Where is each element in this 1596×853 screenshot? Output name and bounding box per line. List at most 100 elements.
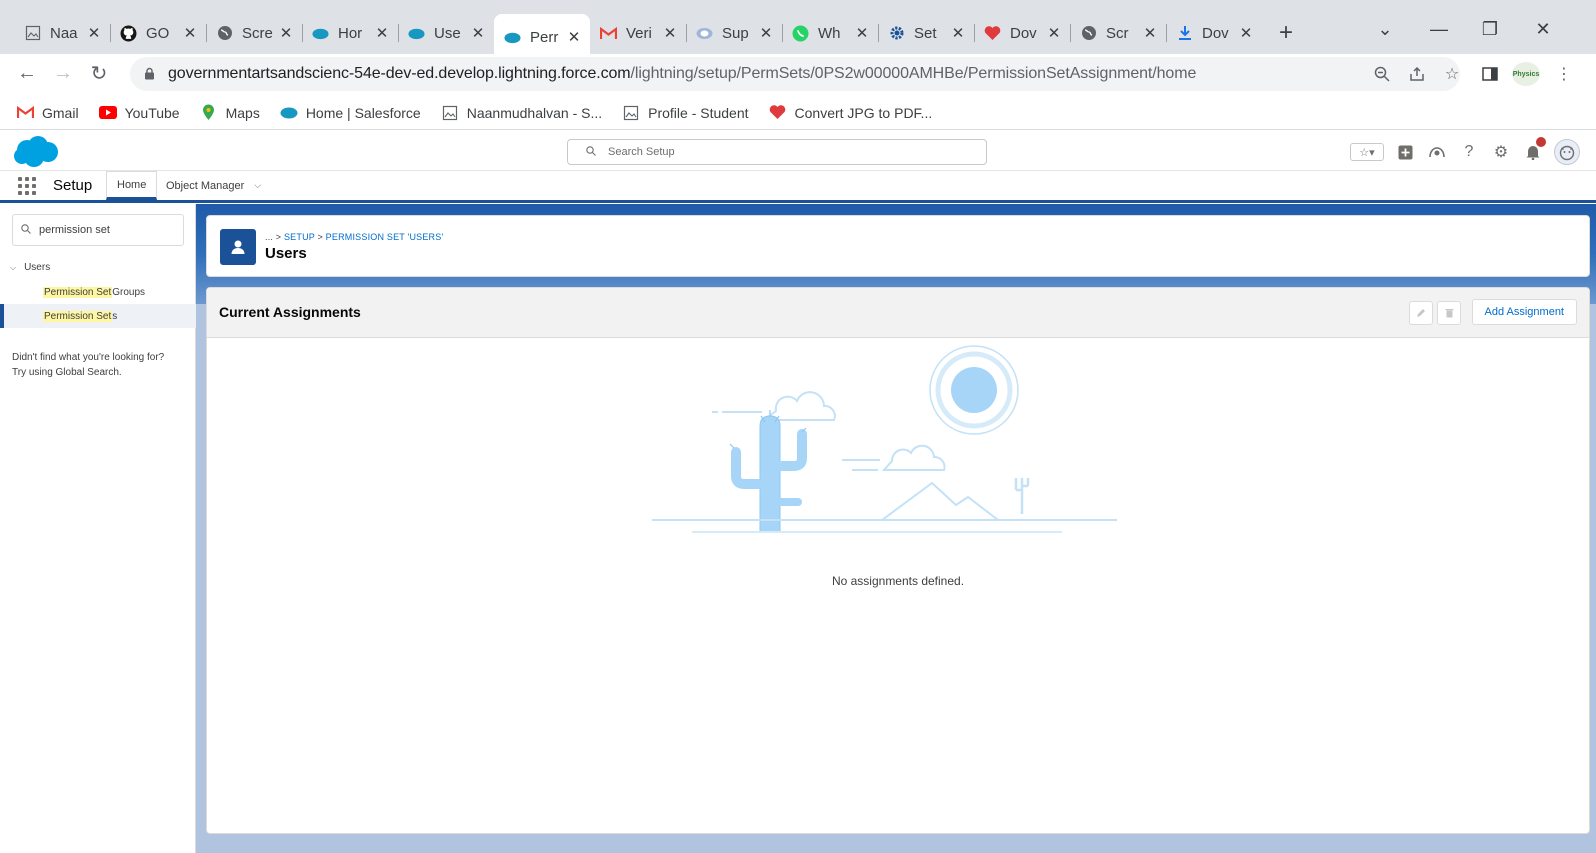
edit-icon[interactable]	[1409, 301, 1433, 325]
sidebar-item-permission-set-groups[interactable]: Permission Set Groups	[0, 280, 196, 304]
favorites-star-icon[interactable]: ☆▾	[1350, 143, 1384, 161]
app-launcher-icon[interactable]	[18, 177, 36, 195]
bookmark-youtube[interactable]: YouTube	[98, 104, 180, 122]
bookmark-label: Maps	[225, 104, 260, 121]
tab-title: Dov	[1202, 24, 1229, 42]
setup-nav-bar: Setup Home Object Manager ⌵	[0, 171, 1596, 203]
bookmark-gmail[interactable]: Gmail	[16, 104, 79, 122]
address-bar[interactable]: governmentartsandscienc-54e-dev-ed.devel…	[130, 57, 1460, 91]
global-create-icon[interactable]	[1394, 141, 1416, 163]
header-utility-icons: ☆▾ ? ⚙	[1350, 137, 1580, 165]
bookmark-maps[interactable]: Maps	[200, 104, 260, 122]
breadcrumb-current-link[interactable]: Permission Set 'Users'	[326, 232, 444, 242]
image-file-icon	[441, 104, 459, 122]
chevron-down-icon[interactable]: ⌵	[10, 263, 16, 273]
sidebar-item-permission-sets[interactable]: Permission Set s	[0, 304, 196, 328]
help-icon[interactable]: ?	[1458, 141, 1480, 163]
tab-title: GO	[146, 24, 170, 42]
globe-icon	[216, 25, 233, 42]
delete-icon[interactable]	[1437, 301, 1461, 325]
bookmark-star-icon[interactable]: ☆	[1440, 62, 1464, 86]
sidebar-item-suffix: Groups	[112, 286, 146, 298]
browser-tab[interactable]: Scr ✕	[1070, 14, 1166, 52]
browser-tab[interactable]: Hor ✕	[302, 14, 398, 52]
image-file-icon	[24, 25, 41, 42]
desert-empty-state-illustration	[652, 345, 1117, 533]
tab-object-manager[interactable]: Object Manager ⌵	[156, 171, 271, 200]
globe-icon	[1080, 25, 1097, 42]
tab-search-chevron-icon[interactable]: ⌄	[1370, 14, 1400, 44]
share-icon[interactable]	[1405, 62, 1429, 86]
chevron-down-icon[interactable]: ⌵	[254, 180, 261, 191]
setup-sidebar: permission set ⌵ Users Permission Set Gr…	[0, 204, 196, 853]
browser-tab[interactable]: Veri ✕	[590, 14, 686, 52]
bookmark-profile-student[interactable]: Profile - Student	[622, 104, 749, 122]
close-icon[interactable]: ✕	[278, 24, 294, 42]
browser-tab[interactable]: Use ✕	[398, 14, 494, 52]
close-icon[interactable]: ✕	[1046, 24, 1062, 42]
image-file-icon	[622, 104, 640, 122]
global-search-input[interactable]: Search Setup	[567, 139, 987, 165]
tab-title: Use	[434, 24, 461, 42]
close-icon[interactable]: ✕	[470, 24, 486, 42]
trailhead-icon[interactable]	[1426, 141, 1448, 163]
tree-node-users[interactable]: ⌵ Users	[10, 262, 50, 273]
add-assignment-button[interactable]: Add Assignment	[1471, 299, 1577, 325]
close-icon[interactable]: ✕	[374, 24, 390, 42]
youtube-icon	[98, 104, 117, 122]
tab-title: Scr	[1106, 24, 1129, 42]
browser-tab[interactable]: Wh ✕	[782, 14, 878, 52]
close-icon[interactable]: ✕	[86, 24, 102, 42]
back-arrow-icon[interactable]: ←	[12, 58, 42, 88]
bookmark-label: Home | Salesforce	[305, 104, 421, 121]
close-icon[interactable]: ✕	[662, 24, 678, 42]
page-title: Users	[265, 245, 307, 262]
close-icon[interactable]: ✕	[1142, 24, 1158, 42]
quick-find-value: permission set	[39, 224, 110, 236]
breadcrumb-setup-link[interactable]: Setup	[284, 232, 315, 242]
browser-tab[interactable]: Scre ✕	[206, 14, 302, 52]
tab-title: Perr	[530, 28, 559, 46]
heart-icon	[769, 104, 787, 122]
browser-tab[interactable]: Naa ✕	[14, 14, 110, 52]
bookmark-label: YouTube	[124, 104, 180, 121]
salesforce-logo[interactable]	[12, 135, 60, 169]
zoom-icon[interactable]	[1370, 62, 1394, 86]
notifications-bell-icon[interactable]	[1522, 137, 1546, 163]
user-avatar-icon[interactable]	[1554, 139, 1580, 165]
app-name: Setup	[53, 177, 93, 194]
browser-tab[interactable]: Dov ✕	[1166, 14, 1262, 52]
close-icon[interactable]: ✕	[950, 24, 966, 42]
salesforce-cloud-icon	[280, 104, 298, 122]
search-placeholder: Search Setup	[608, 146, 675, 158]
close-icon[interactable]: ✕	[1238, 24, 1254, 42]
salesforce-cloud-icon	[312, 25, 329, 42]
reload-icon[interactable]: ↻	[84, 58, 114, 88]
close-icon[interactable]: ✕	[854, 24, 870, 42]
browser-tab[interactable]: Sup ✕	[686, 14, 782, 52]
tab-title: Scre	[242, 24, 273, 42]
minimize-icon[interactable]: —	[1424, 14, 1454, 44]
close-icon[interactable]: ✕	[182, 24, 198, 42]
forward-arrow-icon[interactable]: →	[48, 58, 78, 88]
side-panel-icon[interactable]	[1478, 62, 1502, 86]
close-icon[interactable]: ✕	[566, 28, 582, 46]
window-close-icon[interactable]: ✕	[1528, 14, 1558, 44]
close-icon[interactable]: ✕	[758, 24, 774, 42]
maximize-icon[interactable]: ❐	[1475, 14, 1505, 44]
browser-tab[interactable]: GO ✕	[110, 14, 206, 52]
gmail-icon	[16, 104, 34, 122]
bookmark-convert-jpg[interactable]: Convert JPG to PDF...	[769, 104, 932, 122]
quick-find-input[interactable]: permission set	[12, 214, 184, 246]
tab-home[interactable]: Home	[106, 171, 158, 200]
search-highlight: Permission Set	[43, 286, 113, 298]
profile-avatar[interactable]: Physics	[1512, 62, 1540, 86]
browser-tab[interactable]: Dov ✕	[974, 14, 1070, 52]
menu-kebab-icon[interactable]: ⋮	[1552, 62, 1576, 86]
browser-tab[interactable]: Set ✕	[878, 14, 974, 52]
card-title: Current Assignments	[219, 304, 361, 320]
bookmark-naanmudhalvan[interactable]: Naanmudhalvan - S...	[441, 104, 602, 122]
setup-gear-icon[interactable]: ⚙	[1490, 141, 1512, 163]
bookmark-home-salesforce[interactable]: Home | Salesforce	[280, 104, 421, 122]
new-tab-button[interactable]: +	[1268, 15, 1304, 51]
